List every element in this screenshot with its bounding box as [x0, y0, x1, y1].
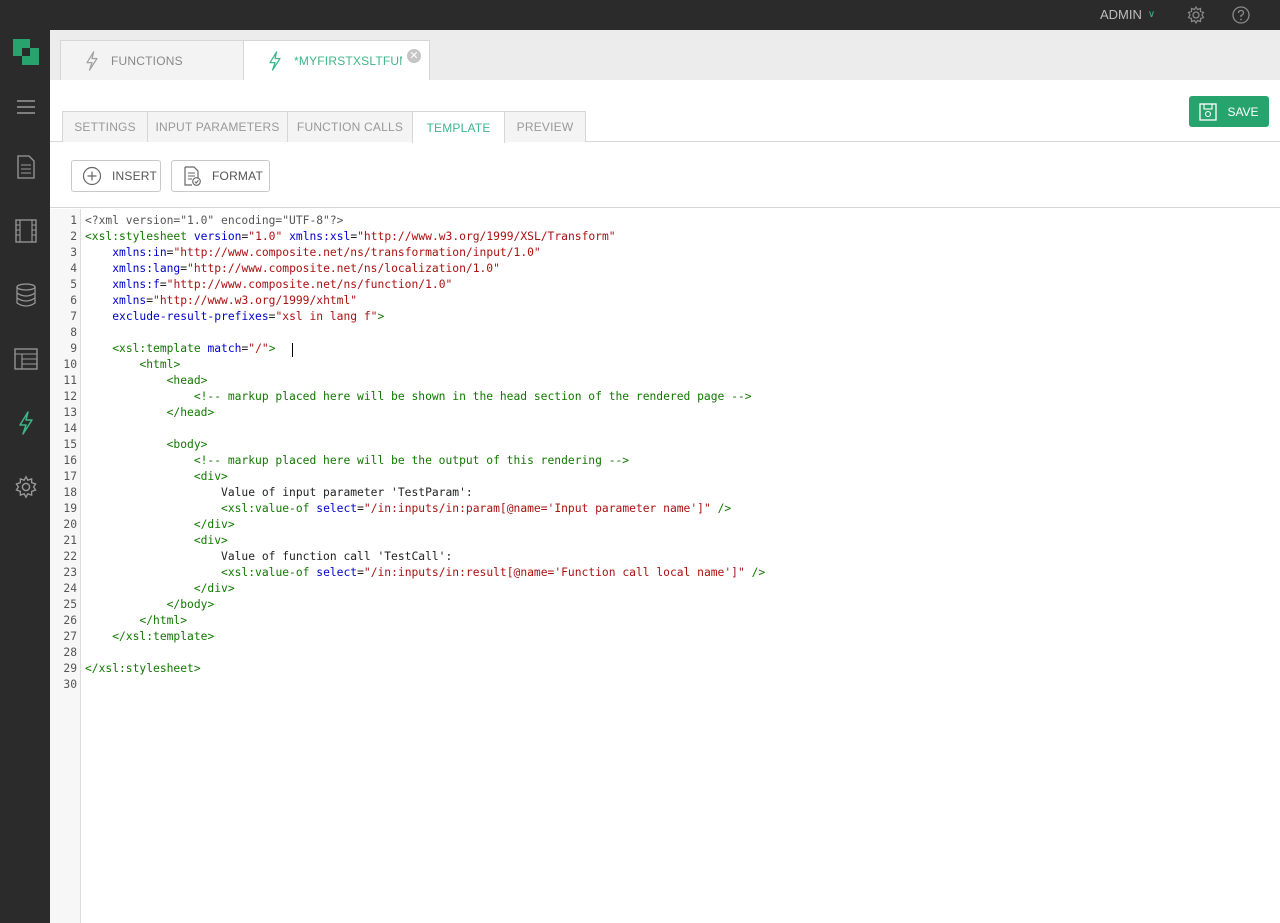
line-number: 21 [63, 534, 77, 547]
code-line: </div> [193, 518, 235, 531]
code-line: <?xml version="1.0" encoding="UTF-8"?> [85, 214, 344, 227]
gear-icon[interactable] [1186, 5, 1206, 25]
line-number: 20 [63, 518, 77, 531]
sidebar [0, 30, 50, 923]
code-line: <div> [193, 470, 228, 483]
code-line: <xsl:value-of select="/in:inputs/in:para… [221, 502, 732, 515]
code-line: xmlns:lang="http://www.composite.net/ns/… [112, 262, 500, 275]
close-icon[interactable]: ✕ [407, 49, 421, 63]
format-label: FORMAT [212, 169, 263, 183]
tab-input-parameters[interactable]: INPUT PARAMETERS [147, 111, 288, 142]
main-area: FUNCTIONS *MYFIRSTXSLTFUNCT ✕ SETTINGS I… [50, 30, 1280, 923]
editor-panel: SETTINGS INPUT PARAMETERS FUNCTION CALLS… [50, 80, 1280, 923]
help-icon[interactable] [1231, 5, 1251, 25]
tab-template[interactable]: TEMPLATE [412, 111, 505, 143]
tab-function-calls[interactable]: FUNCTION CALLS [287, 111, 413, 142]
code-line: </xsl:stylesheet> [85, 662, 201, 675]
line-number: 25 [63, 598, 77, 611]
tab-preview[interactable]: PREVIEW [504, 111, 586, 142]
code-line: </body> [166, 598, 215, 611]
chevron-down-icon: ∨ [1147, 9, 1156, 20]
save-button[interactable]: SAVE [1189, 96, 1269, 127]
line-number: 10 [63, 358, 77, 371]
code-line: <!-- markup placed here will be shown in… [85, 390, 752, 403]
insert-button[interactable]: INSERT [71, 160, 161, 192]
document-tabs: FUNCTIONS *MYFIRSTXSLTFUNCT ✕ [50, 30, 1280, 80]
insert-label: INSERT [112, 169, 157, 183]
line-number: 2 [70, 230, 77, 243]
line-number: 14 [63, 422, 77, 435]
line-number: 22 [63, 550, 77, 563]
line-number: 13 [63, 406, 77, 419]
code-line: <!-- markup placed here will be the outp… [85, 454, 630, 467]
line-number: 29 [63, 662, 77, 675]
line-number: 26 [63, 614, 77, 627]
save-icon [1199, 102, 1218, 121]
tab-label: *MYFIRSTXSLTFUNCT [294, 53, 402, 68]
line-number: 27 [63, 630, 77, 643]
save-label: SAVE [1227, 104, 1259, 119]
format-document-icon [184, 166, 201, 186]
line-number: 7 [70, 310, 77, 323]
tab-myfirstxsltfunction[interactable]: *MYFIRSTXSLTFUNCT ✕ [243, 40, 430, 80]
code-line: </head> [166, 406, 215, 419]
line-number: 28 [63, 646, 77, 659]
line-number: 1 [70, 214, 77, 227]
tab-label: FUNCTIONS [111, 53, 183, 68]
user-label: ADMIN [1100, 7, 1142, 22]
tab-settings[interactable]: SETTINGS [62, 111, 148, 142]
line-number: 3 [70, 246, 77, 259]
code-editor[interactable]: 1 <?xml version="1.0" encoding="UTF-8"?> 2… [50, 209, 1280, 923]
top-bar: ADMIN ∨ [0, 0, 1280, 30]
document-icon[interactable] [13, 154, 39, 180]
line-number: 24 [63, 582, 77, 595]
code-line: <xsl:value-of select="/in:inputs/in:resu… [221, 566, 766, 579]
line-number: 16 [63, 454, 77, 467]
code-line: </xsl:template> [112, 630, 215, 643]
line-number: 23 [63, 566, 77, 579]
line-number: 18 [63, 486, 77, 499]
code-line: exclude-result-prefixes="xsl in lang f"> [112, 310, 385, 323]
line-number: 19 [63, 502, 77, 515]
line-number: 15 [63, 438, 77, 451]
line-number: 30 [63, 678, 77, 691]
code-line: Value of input parameter 'TestParam': [85, 486, 473, 499]
user-menu[interactable]: ADMIN ∨ [1100, 7, 1155, 22]
code-line: <head> [166, 374, 208, 387]
line-number: 6 [70, 294, 77, 307]
line-number: 17 [63, 470, 77, 483]
line-number: 12 [63, 390, 77, 403]
composite-logo-icon[interactable] [13, 39, 39, 65]
plus-circle-icon [82, 166, 102, 186]
line-number: 9 [70, 342, 77, 355]
text-cursor [292, 343, 293, 357]
code-line: Value of function call 'TestCall': [85, 550, 453, 563]
format-button[interactable]: FORMAT [171, 160, 270, 192]
film-icon[interactable] [13, 218, 39, 244]
code-line: xmlns:f="http://www.composite.net/ns/fun… [112, 278, 453, 291]
lightning-icon [269, 50, 281, 71]
gear-icon[interactable] [13, 474, 39, 500]
lightning-icon[interactable] [13, 410, 39, 436]
code-line: </div> [193, 582, 235, 595]
lightning-icon [86, 50, 98, 71]
code-line: <body> [166, 438, 208, 451]
code-line: <html> [139, 358, 181, 371]
code-line: <div> [193, 534, 228, 547]
line-number: 11 [63, 374, 77, 387]
editor-toolbar: INSERT FORMAT [50, 143, 1280, 208]
code-line: <xsl:stylesheet version="1.0" xmlns:xsl=… [85, 230, 616, 243]
code-line: <xsl:template match="/"> [112, 342, 276, 355]
code-line: xmlns:in="http://www.composite.net/ns/tr… [112, 246, 541, 259]
line-number: 8 [70, 326, 77, 339]
hamburger-icon[interactable] [13, 94, 39, 120]
layout-icon[interactable] [13, 346, 39, 372]
code-line: xmlns="http://www.w3.org/1999/xhtml" [112, 294, 358, 307]
tab-functions[interactable]: FUNCTIONS [60, 40, 244, 80]
line-number: 4 [70, 262, 77, 275]
database-icon[interactable] [13, 282, 39, 308]
sub-tabs: SETTINGS INPUT PARAMETERS FUNCTION CALLS… [50, 80, 1280, 143]
code-line: </html> [139, 614, 188, 627]
line-number: 5 [70, 278, 77, 291]
